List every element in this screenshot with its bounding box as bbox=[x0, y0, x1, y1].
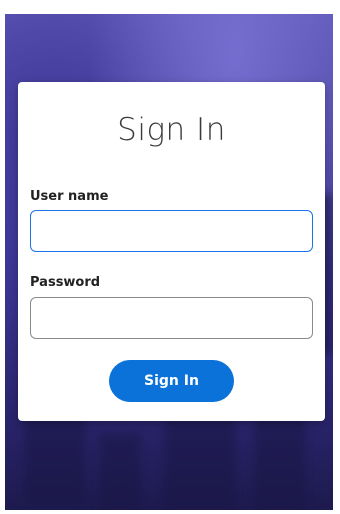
sign-in-button[interactable]: Sign In bbox=[109, 360, 234, 402]
app-frame: Sign In User name Password Sign In bbox=[0, 0, 340, 514]
password-field[interactable] bbox=[30, 297, 313, 339]
password-label: Password bbox=[30, 275, 101, 290]
username-label: User name bbox=[30, 189, 109, 204]
username-field[interactable] bbox=[30, 210, 313, 252]
sign-in-card: Sign In User name Password Sign In bbox=[18, 82, 325, 421]
page-title: Sign In bbox=[117, 112, 226, 148]
